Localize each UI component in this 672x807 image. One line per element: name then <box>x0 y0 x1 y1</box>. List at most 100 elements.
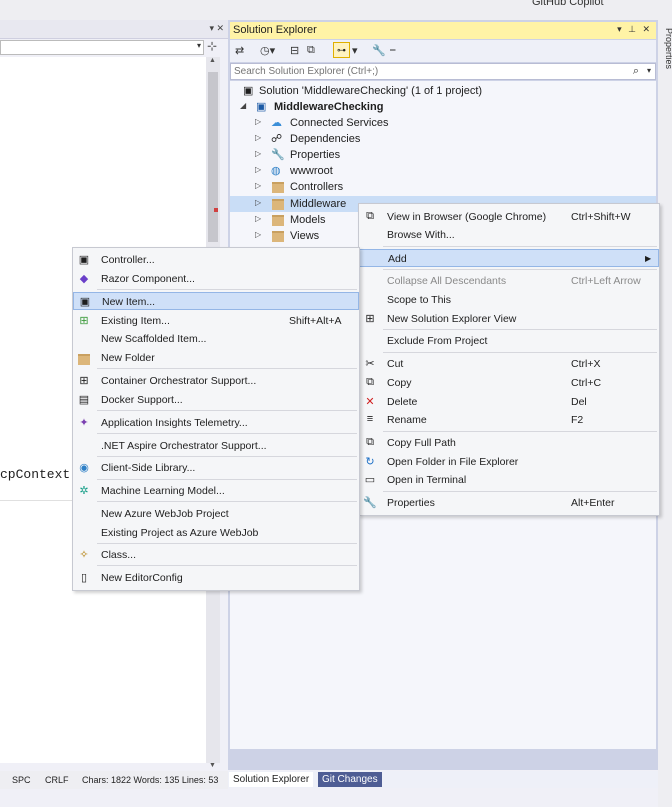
insights-icon: ✦ <box>79 417 89 429</box>
collapsed-arrow-icon[interactable]: ▷ <box>255 181 261 190</box>
menu-item-add[interactable]: Add ▶ <box>359 249 659 267</box>
submenu-item-client-library[interactable]: ◉ Client-Side Library... <box>73 459 359 477</box>
menu-item-browse-with[interactable]: Browse With... <box>359 226 659 244</box>
show-all-files-icon[interactable]: ⧉ <box>307 44 315 57</box>
submenu-arrow-icon: ▶ <box>645 254 652 263</box>
scroll-up-icon[interactable]: ▲ <box>209 57 216 64</box>
razor-icon: ◆ <box>79 273 89 285</box>
error-marker <box>214 208 218 212</box>
menu-separator <box>97 456 357 457</box>
pin-icon[interactable]: ⎯ <box>390 44 396 57</box>
menu-item-open-folder[interactable]: ↻ Open Folder in File Explorer <box>359 453 659 471</box>
chevron-down-icon[interactable]: ▾ <box>647 66 651 75</box>
editor-status-bar: SPC CRLF Chars: 1822 Words: 135 Lines: 5… <box>0 771 228 789</box>
tab-git-changes[interactable]: Git Changes <box>318 772 382 787</box>
menu-separator <box>97 410 357 411</box>
submenu-item-new-webjob[interactable]: New Azure WebJob Project <box>73 505 359 523</box>
collapsed-arrow-icon[interactable]: ▷ <box>255 198 261 207</box>
wrench-icon[interactable]: 🔧 <box>372 44 386 57</box>
container-icon: ⊞ <box>79 375 89 387</box>
sync-icon[interactable]: ⇄ <box>235 44 244 57</box>
code-line-text: cpContext. <box>0 467 79 482</box>
project-icon: ▣ <box>256 101 267 113</box>
search-icon[interactable]: ⌕ <box>633 65 639 78</box>
solution-icon: ▣ <box>243 85 254 97</box>
submenu-item-new-folder[interactable]: New Folder <box>73 349 359 367</box>
class-icon: ✧ <box>79 549 89 561</box>
folder-icon <box>272 199 284 213</box>
wrench-icon: 🔧 <box>363 497 377 509</box>
solution-explorer-tabs: Solution Explorer Git Changes <box>228 771 672 788</box>
chevron-down-icon[interactable]: ▾ <box>352 44 358 57</box>
submenu-item-existing-webjob[interactable]: Existing Project as Azure WebJob <box>73 524 359 542</box>
menu-item-exclude[interactable]: Exclude From Project <box>359 332 659 350</box>
rename-icon: ≡ <box>366 413 374 425</box>
solution-explorer-titlebar: Solution Explorer ▾ ⊥ ✕ <box>230 22 656 39</box>
browser-icon: ⧉ <box>366 210 374 222</box>
panel-window-controls[interactable]: ▾ ⊥ ✕ <box>617 24 652 35</box>
new-view-icon: ⊞ <box>365 313 375 325</box>
submenu-item-razor-component[interactable]: ◆ Razor Component... <box>73 270 359 288</box>
submenu-item-container-support[interactable]: ⊞ Container Orchestrator Support... <box>73 372 359 390</box>
docker-icon: ▤ <box>78 394 90 406</box>
menu-item-open-terminal[interactable]: ▭ Open in Terminal <box>359 471 659 489</box>
status-encoding[interactable]: SPC <box>12 775 31 785</box>
submenu-item-ml-model[interactable]: ✲ Machine Learning Model... <box>73 482 359 500</box>
context-menu: ⧉ View in Browser (Google Chrome) Ctrl+S… <box>358 203 660 516</box>
menu-separator <box>383 269 657 270</box>
github-copilot-button[interactable]: GitHub Copilot <box>532 0 604 8</box>
collapsed-arrow-icon[interactable]: ▷ <box>255 214 261 223</box>
collapsed-arrow-icon[interactable]: ▷ <box>255 165 261 174</box>
submenu-item-app-insights[interactable]: ✦ Application Insights Telemetry... <box>73 414 359 432</box>
menu-item-rename[interactable]: ≡ Rename F2 <box>359 411 659 429</box>
collapsed-arrow-icon[interactable]: ▷ <box>255 230 261 239</box>
scrollbar-thumb[interactable] <box>208 72 218 242</box>
scroll-down-icon[interactable]: ▼ <box>209 762 216 769</box>
submenu-item-new-scaffolded[interactable]: New Scaffolded Item... <box>73 330 359 348</box>
add-submenu: ▣ Controller... ◆ Razor Component... ▣ N… <box>72 247 360 591</box>
submenu-item-editorconfig[interactable]: ▯ New EditorConfig <box>73 569 359 587</box>
collapsed-arrow-icon[interactable]: ▷ <box>255 133 261 142</box>
panel-title: Solution Explorer <box>233 24 317 36</box>
status-line-ending[interactable]: CRLF <box>45 775 69 785</box>
submenu-item-controller[interactable]: ▣ Controller... <box>73 251 359 269</box>
menu-item-cut[interactable]: ✂ Cut Ctrl+X <box>359 355 659 373</box>
connected-services-icon: ☁ <box>271 117 282 129</box>
submenu-item-aspire[interactable]: .NET Aspire Orchestrator Support... <box>73 437 359 455</box>
folder-icon <box>272 215 284 229</box>
menu-item-view-in-browser[interactable]: ⧉ View in Browser (Google Chrome) Ctrl+S… <box>359 208 659 226</box>
terminal-icon: ▭ <box>364 474 376 486</box>
menu-item-properties[interactable]: 🔧 Properties Alt+Enter <box>359 494 659 512</box>
history-icon[interactable]: ◷▾ <box>260 44 275 57</box>
menu-separator <box>97 501 357 502</box>
submenu-item-class[interactable]: ✧ Class... <box>73 546 359 564</box>
preview-toggle-icon[interactable]: ⊶ <box>333 42 350 58</box>
properties-icon: 🔧 <box>271 149 285 161</box>
submenu-item-existing-item[interactable]: ⊞ Existing Item... Shift+Alt+A <box>73 312 359 330</box>
menu-separator <box>97 479 357 480</box>
editor-header-icons[interactable]: ▾ ✕ <box>209 23 224 34</box>
folder-icon <box>272 231 284 245</box>
submenu-item-new-item[interactable]: ▣ New Item... <box>73 292 359 310</box>
collapsed-arrow-icon[interactable]: ▷ <box>255 149 261 158</box>
menu-item-copy[interactable]: ⧉ Copy Ctrl+C <box>359 374 659 392</box>
tab-solution-explorer[interactable]: Solution Explorer <box>229 772 314 787</box>
copy-icon: ⧉ <box>366 376 374 388</box>
editorconfig-icon: ▯ <box>80 572 88 584</box>
menu-separator <box>97 289 357 290</box>
editor-member-dropdown[interactable]: ▾ <box>0 40 204 55</box>
menu-item-delete[interactable]: ✕ Delete Del <box>359 393 659 411</box>
menu-item-collapse-all[interactable]: Collapse All Descendants Ctrl+Left Arrow <box>359 272 659 290</box>
expanded-arrow-icon[interactable]: ◢ <box>240 101 246 110</box>
split-editor-icon[interactable]: ⊹ <box>207 39 217 53</box>
menu-separator <box>383 431 657 432</box>
menu-separator <box>97 543 357 544</box>
properties-rail-tab[interactable]: Properties <box>664 28 672 69</box>
collapse-icon[interactable]: ⊟ <box>290 44 299 57</box>
submenu-item-docker-support[interactable]: ▤ Docker Support... <box>73 391 359 409</box>
menu-item-new-se-view[interactable]: ⊞ New Solution Explorer View <box>359 310 659 328</box>
search-input[interactable] <box>234 65 614 78</box>
menu-item-copy-full-path[interactable]: ⧉ Copy Full Path <box>359 434 659 452</box>
collapsed-arrow-icon[interactable]: ▷ <box>255 117 261 126</box>
menu-item-scope-to-this[interactable]: Scope to This <box>359 291 659 309</box>
